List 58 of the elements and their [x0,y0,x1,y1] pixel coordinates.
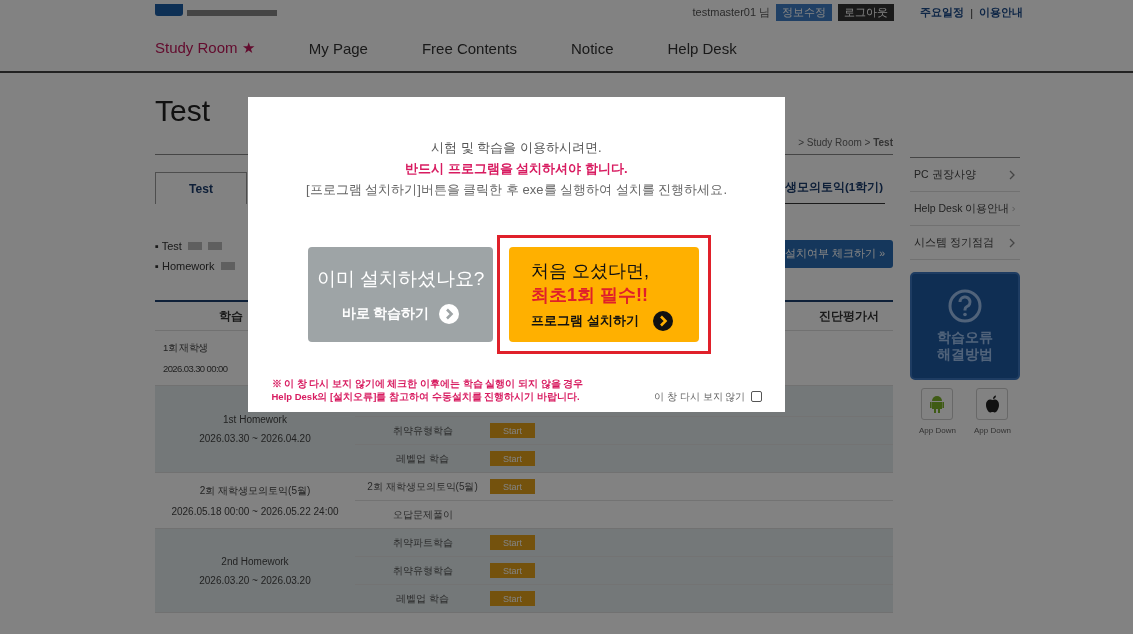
header-button[interactable]: 로그아웃 [838,4,895,21]
user-name: testmaster01 님 [692,5,771,20]
chevron-icon [1009,237,1016,248]
session-period: 2026.03.30 00:00 [163,363,228,374]
study-item: 취약파트학습 [391,535,454,550]
column-header: 학습 [219,308,243,324]
nav-item[interactable]: Study Room ★ [155,39,255,57]
dialog-warning: 반드시 프로그램을 설치하셔야 합니다. [405,160,628,178]
question-icon [948,289,982,324]
sidebar-link[interactable]: 시스템 정기점검 [910,226,1020,260]
legend-label: ▪ Test [155,240,182,252]
session-title: 1회 재학생 [163,342,208,355]
dialog-notice: ※ 이 창 다시 보지 않기에 체크한 이후에는 학습 실행이 되지 않을 경우 Help Desk의 [설치오류]를 참고하여 수동설치를 진행하시기 바랍니다. [271,378,584,404]
column-header: 진단평가서 [819,308,879,324]
nav-item[interactable]: Free Contents [421,39,517,57]
help-text: 학습오류 해결방법 [936,329,994,363]
legend-label: ▪ Homework [155,260,215,272]
study-item: 레벨업 학습 [395,451,450,466]
nav-item[interactable]: My Page [308,39,368,57]
app-label: App Down [974,426,1011,435]
help-panel[interactable]: 학습오류 해결방법 [910,272,1020,380]
app-download-button[interactable] [976,388,1009,420]
study-item: 오답문제풀이 [391,507,454,522]
header-link[interactable]: 이용안내 [979,5,1023,20]
page-title: Test [155,94,211,129]
legend-swatch [187,242,202,250]
study-item: 2회 재학생모의토익(5월) [366,479,479,494]
install-program-button[interactable]: 처음 오셨다면, 최초1회 필수!! 프로그램 설치하기 [509,247,699,342]
arrow-circle-icon [652,310,673,331]
android-icon [930,395,945,413]
session-period: 2026.03.20 ~ 2026.03.20 [199,574,311,586]
session-title: 2회 재학생모의토익(5월) [199,484,311,498]
study-item: 취약유형학습 [391,563,454,578]
chevron-icon [1009,169,1016,180]
legend-swatch [220,262,235,270]
app-label: App Down [919,426,956,435]
arrow-circle-icon [439,303,460,324]
nav-item[interactable]: Notice [570,39,614,57]
apple-icon [985,395,1000,413]
session-title: 1st Homework [223,414,287,425]
tab[interactable]: Test [155,172,247,204]
session-title: 2nd Homework [221,555,289,567]
session-period: 2026.05.18 00:00 ~ 2026.05.22 24:00 [171,506,339,517]
start-study-button[interactable]: 이미 설치하셨나요? 바로 학습하기 [308,247,493,342]
header-button[interactable]: 정보수정 [776,4,833,21]
study-item: 레벨업 학습 [395,591,450,606]
sidebar-link[interactable]: PC 권장사양 [910,157,1020,192]
nav-item[interactable]: Help Desk [667,39,737,57]
header-link[interactable]: 주요일정 [920,5,965,20]
session-period: 2026.03.30 ~ 2026.04.20 [199,433,311,444]
dont-show-checkbox[interactable]: 이 창 다시 보지 않기 [654,389,762,404]
separator: | [970,6,973,19]
sidebar-link[interactable]: Help Desk 이용안내 [910,192,1020,226]
dialog-instruction: [프로그램 설치하기]버튼을 클릭한 후 exe를 실행하여 설치를 진행하세요. [305,181,728,199]
dialog-text: 시험 및 학습을 이용하시려면. [431,139,602,157]
study-item: 취약유형학습 [391,423,454,438]
breadcrumb: > Study Room > Test [798,137,893,150]
legend-swatch [207,242,222,250]
